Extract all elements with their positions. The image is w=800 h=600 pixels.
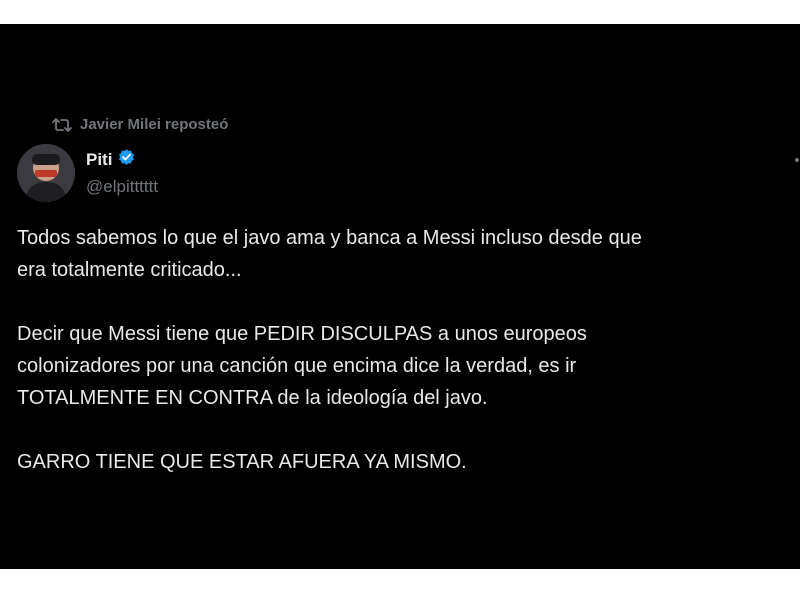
- tweet-paragraph: Decir que Messi tiene que PEDIR DISCULPA…: [17, 323, 587, 409]
- tweet-text: Todos sabemos lo que el javo ama y banca…: [17, 222, 792, 510]
- more-options-icon[interactable]: [795, 158, 799, 162]
- repost-text: Javier Milei reposteó: [80, 116, 229, 133]
- tweet-paragraph: GARRO TIENE QUE ESTAR AFUERA YA MISMO.: [17, 451, 467, 473]
- tweet-paragraph: Todos sabemos lo que el javo ama y banca…: [17, 227, 642, 281]
- author-handle[interactable]: @elpitttttt: [86, 177, 158, 197]
- repost-icon: [52, 117, 72, 133]
- tweet-card[interactable]: Javier Milei reposteó Piti @elpitttttt T…: [0, 24, 800, 569]
- author-name-row[interactable]: Piti: [86, 148, 136, 172]
- avatar[interactable]: [17, 144, 75, 202]
- author-display-name[interactable]: Piti: [86, 150, 112, 170]
- repost-indicator[interactable]: Javier Milei reposteó: [52, 116, 228, 133]
- verified-badge-icon: [117, 148, 136, 172]
